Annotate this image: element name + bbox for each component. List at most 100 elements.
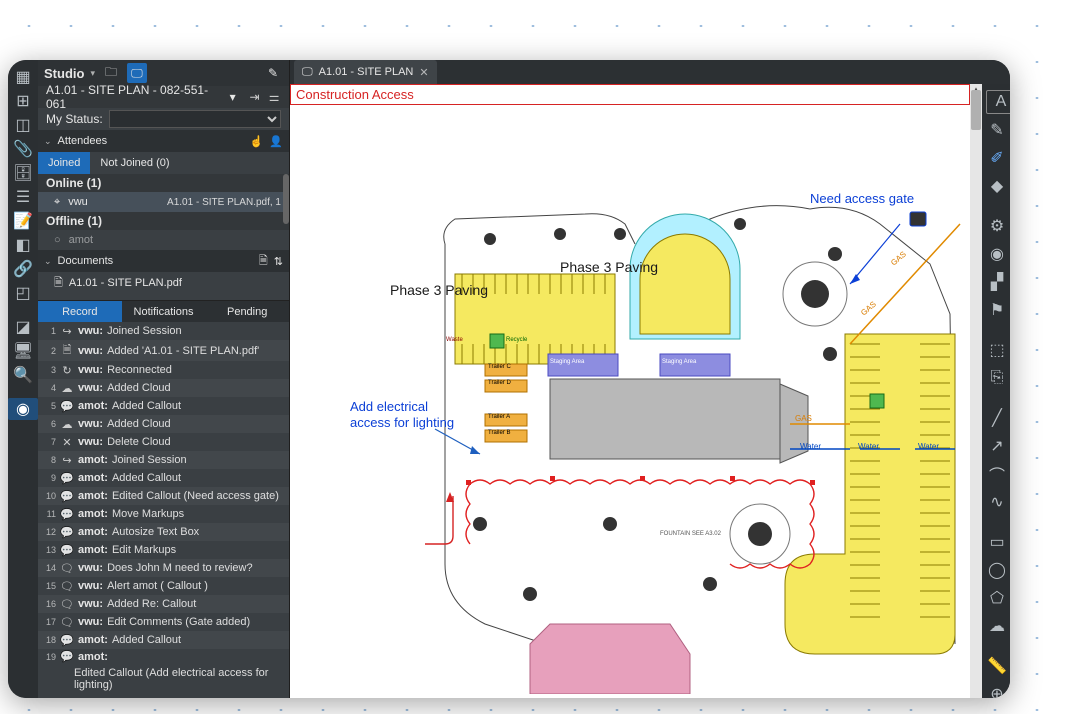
- studio-dropdown-icon[interactable]: ▾: [90, 68, 95, 79]
- record-index: 12: [42, 527, 56, 537]
- follow-icon[interactable]: ☝: [250, 135, 264, 148]
- callout-electrical[interactable]: Add electrical access for lighting: [350, 399, 460, 430]
- line-tool-icon[interactable]: ╱: [982, 406, 1010, 430]
- attendee-offline[interactable]: ○ amot: [38, 230, 289, 250]
- record-row[interactable]: 7✕vwu: Delete Cloud: [38, 433, 289, 451]
- briefcase-icon[interactable]: 🗄: [8, 162, 38, 184]
- studio-sidebar: Studio ▾ 🗀 🖵 ✎ A1.01 - SITE PLAN - 082-5…: [38, 60, 290, 698]
- invite-icon[interactable]: 👤: [269, 135, 283, 148]
- record-row[interactable]: 4☁vwu: Added Cloud: [38, 379, 289, 397]
- record-row[interactable]: 3↻vwu: Reconnected: [38, 361, 289, 379]
- compare-icon[interactable]: ◪: [8, 316, 38, 338]
- eyedropper-icon[interactable]: ✎: [263, 63, 283, 83]
- layers-icon[interactable]: ☰: [8, 186, 38, 208]
- label-staging-1: Staging Area: [550, 359, 584, 365]
- tab-notifications[interactable]: Notifications: [122, 301, 206, 322]
- stamp-tool-icon[interactable]: ◉: [982, 242, 1010, 266]
- measure-tool-icon[interactable]: 📏: [982, 654, 1010, 678]
- rectangle-tool-icon[interactable]: ▭: [982, 530, 1010, 554]
- arrow-tool-icon[interactable]: ↗: [982, 434, 1010, 458]
- canvas-wrap: Need access gate Phase 3 Paving Phase 3 …: [290, 84, 1010, 698]
- document-item[interactable]: 🗎 A1.01 - SITE PLAN.pdf: [38, 272, 289, 294]
- record-user: vwu:: [78, 436, 103, 448]
- record-row[interactable]: 16🗨vwu: Added Re: Callout: [38, 595, 289, 613]
- spaces-icon[interactable]: ◰: [8, 282, 38, 304]
- record-row[interactable]: 8↪amot: Joined Session: [38, 451, 289, 469]
- polygon-tool-icon[interactable]: ⬠: [982, 586, 1010, 610]
- record-row[interactable]: 14🗨vwu: Does John M need to review?: [38, 559, 289, 577]
- attach-icon[interactable]: 📎: [8, 138, 38, 160]
- record-row[interactable]: 6☁vwu: Added Cloud: [38, 415, 289, 433]
- settings-sliders-icon[interactable]: ⚌: [267, 90, 281, 104]
- record-index: 16: [42, 599, 56, 609]
- arc-tool-icon[interactable]: ⌒: [982, 462, 1010, 486]
- project-mode-button[interactable]: 🗀: [101, 63, 121, 83]
- record-user: amot:: [78, 634, 108, 646]
- attendees-header: ⌄ Attendees ☝ 👤: [38, 130, 289, 152]
- bookmark-icon[interactable]: ◫: [8, 114, 38, 136]
- document-tab-label: A1.01 - SITE PLAN: [319, 66, 414, 78]
- status-select[interactable]: [109, 110, 281, 128]
- record-index: 18: [42, 635, 56, 645]
- close-tab-icon[interactable]: ✕: [419, 66, 428, 79]
- attendee-online[interactable]: ⌖ vwu A1.01 - SITE PLAN.pdf, 1: [38, 192, 289, 212]
- session-dropdown-icon[interactable]: ▾: [230, 90, 236, 104]
- attendee-scrollbar[interactable]: [283, 174, 289, 224]
- label-staging-2: Staging Area: [662, 359, 696, 365]
- record-row[interactable]: 9💬amot: Added Callout: [38, 469, 289, 487]
- tab-joined[interactable]: Joined: [38, 152, 90, 174]
- record-row[interactable]: 2🗎vwu: Added 'A1.01 - SITE PLAN.pdf': [38, 340, 289, 361]
- signatures-icon[interactable]: 📝: [8, 210, 38, 232]
- attendees-collapse-icon[interactable]: ⌄: [44, 136, 52, 147]
- tab-pending[interactable]: Pending: [205, 301, 289, 322]
- crop-tool-icon[interactable]: ⬚: [982, 338, 1010, 362]
- record-message: Joined Session: [112, 454, 187, 466]
- links-icon[interactable]: 🔗: [8, 258, 38, 280]
- tab-record[interactable]: Record: [38, 301, 122, 322]
- callout-tool-icon[interactable]: ⎘: [982, 366, 1010, 390]
- record-message: Autosize Text Box: [112, 526, 199, 538]
- shapes-tool-icon[interactable]: ◆: [982, 174, 1010, 198]
- record-row[interactable]: 12💬amot: Autosize Text Box: [38, 523, 289, 541]
- record-row[interactable]: 19💬amot: Edited Callout (Add electrical …: [38, 649, 289, 692]
- monitor-icon[interactable]: 🖥: [8, 340, 38, 362]
- form-icon[interactable]: ◧: [8, 234, 38, 256]
- documents-collapse-icon[interactable]: ⌄: [44, 256, 52, 267]
- scroll-thumb[interactable]: [971, 90, 981, 130]
- canvas-scrollbar[interactable]: ▴ ▾: [970, 84, 982, 698]
- record-row[interactable]: 10💬amot: Edited Callout (Need access gat…: [38, 487, 289, 505]
- record-user: amot:: [78, 651, 108, 663]
- sort-icon[interactable]: ⇅: [274, 255, 283, 268]
- thumbnails-icon[interactable]: ▦: [8, 66, 38, 88]
- record-row[interactable]: 11💬amot: Move Markups: [38, 505, 289, 523]
- text-tool-icon[interactable]: A: [986, 90, 1010, 114]
- record-row[interactable]: 5💬amot: Added Callout: [38, 397, 289, 415]
- ellipse-tool-icon[interactable]: ◯: [982, 558, 1010, 582]
- record-message: Added Callout: [112, 634, 181, 646]
- polyline-tool-icon[interactable]: ∿: [982, 490, 1010, 514]
- tab-not-joined[interactable]: Not Joined (0): [90, 152, 179, 174]
- record-message: Alert amot ( Callout ): [107, 580, 208, 592]
- image-tool-icon[interactable]: ▞: [982, 270, 1010, 294]
- record-row[interactable]: 17🗨vwu: Edit Comments (Gate added): [38, 613, 289, 631]
- record-row[interactable]: 18💬amot: Added Callout: [38, 631, 289, 649]
- document-tab[interactable]: 🖵 A1.01 - SITE PLAN ✕: [294, 60, 437, 84]
- session-mode-button[interactable]: 🖵: [127, 63, 147, 83]
- highlight-tool-icon[interactable]: ✐: [982, 146, 1010, 170]
- record-type-icon: 💬: [60, 490, 74, 503]
- studio-icon[interactable]: ◉: [8, 398, 38, 420]
- search-icon[interactable]: 🔍: [8, 364, 38, 386]
- drawing-canvas[interactable]: Need access gate Phase 3 Paving Phase 3 …: [290, 84, 970, 698]
- record-message: Delete Cloud: [107, 436, 171, 448]
- cloud-tool-icon[interactable]: ☁: [982, 614, 1010, 638]
- record-row[interactable]: 15🗨vwu: Alert amot ( Callout ): [38, 577, 289, 595]
- record-row[interactable]: 13💬amot: Edit Markups: [38, 541, 289, 559]
- record-row[interactable]: 1↪vwu: Joined Session: [38, 322, 289, 340]
- grid-icon[interactable]: ⊞: [8, 90, 38, 112]
- callout-need-gate[interactable]: Need access gate: [810, 191, 914, 206]
- add-document-icon[interactable]: 🗎: [259, 252, 268, 271]
- flag-tool-icon[interactable]: ⚑: [982, 298, 1010, 322]
- pen-tool-icon[interactable]: ✎: [982, 118, 1010, 142]
- leave-icon[interactable]: ⇥: [248, 90, 262, 104]
- gear-icon[interactable]: ⚙: [982, 214, 1010, 238]
